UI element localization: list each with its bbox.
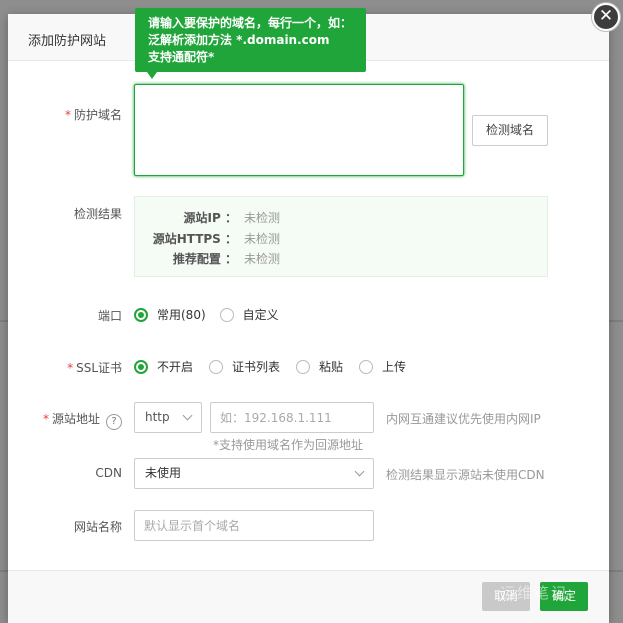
radio-label: 粘贴 — [319, 360, 344, 374]
result-row-origin-ip: 源站IP ： 未检测 — [135, 209, 547, 225]
cdn-hint: 检测结果显示源站未使用CDN — [386, 468, 545, 482]
radio-checked-icon — [134, 359, 148, 374]
site-name-input[interactable] — [134, 510, 374, 541]
radio-label: 常用(80) — [157, 308, 206, 322]
result-key: 源站IP ： — [183, 211, 237, 225]
tooltip-line: 泛解析添加方法 *.domain.com — [148, 33, 330, 47]
domain-textarea[interactable] — [134, 84, 464, 176]
origin-label: 源站地址 — [51, 412, 100, 426]
dialog-title: 添加防护网站 — [28, 34, 107, 49]
help-icon[interactable]: ? — [106, 414, 122, 430]
ssl-label: SSL证书 — [76, 361, 122, 375]
ssl-option-off[interactable]: 不开启 — [134, 358, 193, 375]
check-domain-button[interactable]: 检测域名 — [472, 115, 548, 146]
chevron-down-icon — [182, 410, 193, 421]
domain-input-tooltip: 请输入要保护的域名，每行一个，如： 泛解析添加方法 *.domain.com 支… — [135, 8, 366, 79]
check-result-panel: 源站IP ： 未检测 源站HTTPS ： 未检测 推荐配置 ： 未检测 — [134, 196, 548, 277]
origin-address-input[interactable] — [210, 402, 374, 433]
result-row-origin-https: 源站HTTPS ： 未检测 — [135, 230, 547, 246]
site-name-label: 网站名称 — [73, 520, 122, 534]
result-row-recommended-config: 推荐配置 ： 未检测 — [135, 250, 547, 266]
protocol-value: http — [145, 410, 170, 424]
result-value: 未检测 — [244, 211, 281, 225]
radio-unchecked-icon — [359, 359, 374, 374]
radio-unchecked-icon — [209, 359, 224, 374]
radio-label: 自定义 — [242, 308, 279, 322]
required-mark: * — [64, 108, 71, 122]
required-mark: * — [67, 361, 74, 375]
origin-subhint: *支持使用域名作为回源地址 — [213, 438, 364, 452]
chevron-down-icon — [354, 466, 365, 477]
port-label: 端口 — [97, 309, 122, 323]
result-value: 未检测 — [244, 252, 281, 266]
ssl-radio-group: 不开启 证书列表 粘贴 上传 — [134, 358, 420, 375]
tooltip-line: 请输入要保护的域名，每行一个，如： — [148, 16, 353, 30]
port-radio-group: 常用(80) 自定义 — [134, 306, 293, 323]
port-option-custom[interactable]: 自定义 — [219, 306, 279, 323]
radio-checked-icon — [134, 307, 148, 322]
tooltip-line: 支持通配符* — [148, 50, 215, 64]
domain-label: 防护域名 — [73, 108, 122, 122]
ssl-option-paste[interactable]: 粘贴 — [296, 358, 343, 375]
domain-label-row: * 防护域名 — [12, 106, 122, 123]
origin-hint: 内网互通建议优先使用内网IP — [386, 412, 541, 426]
result-key: 推荐配置 ： — [172, 252, 237, 266]
radio-label: 不开启 — [157, 360, 194, 374]
radio-label: 上传 — [382, 360, 407, 374]
watermark-text: 运维笔记 — [500, 584, 569, 602]
protocol-select[interactable]: http — [134, 402, 202, 433]
radio-unchecked-icon — [219, 307, 234, 322]
required-mark: * — [42, 412, 49, 426]
cdn-value: 未使用 — [145, 466, 182, 480]
result-value: 未检测 — [244, 232, 281, 246]
ssl-option-cert-list[interactable]: 证书列表 — [209, 358, 280, 375]
result-key: 源站HTTPS ： — [152, 232, 237, 246]
cdn-label: CDN — [95, 466, 122, 480]
ssl-label-row: * SSL证书 — [12, 359, 122, 376]
radio-label: 证书列表 — [232, 360, 281, 374]
port-option-common[interactable]: 常用(80) — [134, 306, 206, 323]
ssl-option-upload[interactable]: 上传 — [359, 358, 406, 375]
cdn-select[interactable]: 未使用 — [134, 458, 374, 489]
radio-unchecked-icon — [296, 359, 311, 374]
add-protected-site-dialog: 添加防护网站 * 防护域名 检测域名 检测结果 源站IP ： 未检测 源站HTTP… — [8, 14, 609, 623]
origin-label-row: * 源站地址? — [12, 410, 122, 430]
close-icon[interactable]: ✕ — [592, 3, 620, 31]
check-result-label: 检测结果 — [73, 207, 122, 221]
